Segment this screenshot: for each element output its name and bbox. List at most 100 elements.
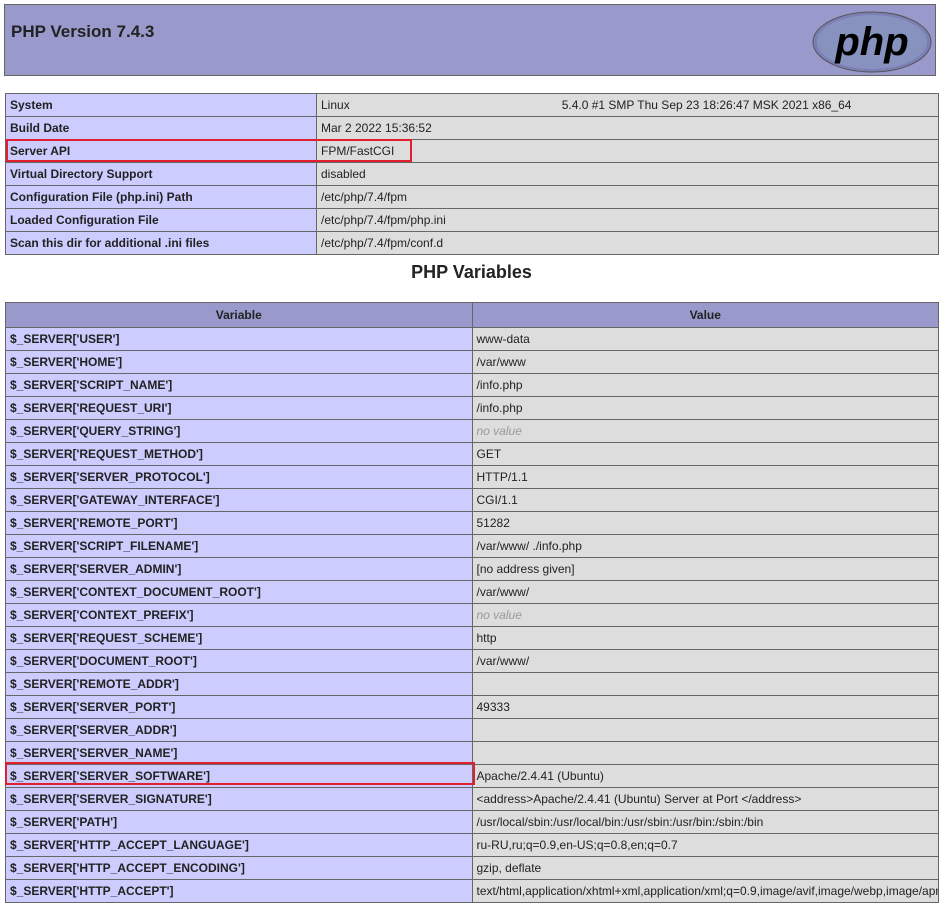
variable-value: /var/www xyxy=(471,350,939,374)
variables-table: Variable Value $_SERVER['USER'] www-data $… xyxy=(5,302,939,903)
table-row: $_SERVER['HOME']/var/www xyxy=(5,350,939,374)
table-row: $_SERVER['REMOTE_ADDR'] xyxy=(5,672,939,696)
variable-value: GET xyxy=(471,442,939,466)
variable-name: $_SERVER['CONTEXT_DOCUMENT_ROOT'] xyxy=(5,580,473,604)
variable-value: 51282 xyxy=(471,511,939,535)
variable-value: no value xyxy=(471,419,939,443)
table-row: $_SERVER['CONTEXT_PREFIX'] no value xyxy=(5,603,939,627)
variable-value: <address>Apache/2.4.41 (Ubuntu) Server a… xyxy=(471,787,939,811)
table-row: $_SERVER['GATEWAY_INTERFACE'] CGI/1.1 xyxy=(5,488,939,512)
variable-value: text/html,application/xhtml+xml,applicat… xyxy=(471,879,939,903)
table-row: $_SERVER['SCRIPT_FILENAME']/var/www/ ./i… xyxy=(5,534,939,558)
variable-name: $_SERVER['REQUEST_METHOD'] xyxy=(5,442,473,466)
variable-value: /info.php xyxy=(471,396,939,420)
table-row: $_SERVER['QUERY_STRING'] no value xyxy=(5,419,939,443)
variable-name: $_SERVER['SERVER_ADMIN'] xyxy=(5,557,473,581)
variable-name: $_SERVER['GATEWAY_INTERFACE'] xyxy=(5,488,473,512)
table-row: $_SERVER['HTTP_ACCEPT'] text/html,applica… xyxy=(5,879,939,903)
variable-value: http xyxy=(471,626,939,650)
section-title: PHP Variables xyxy=(411,262,532,282)
variable-name: $_SERVER['USER'] xyxy=(5,327,473,351)
variable-name: $_SERVER['PATH'] xyxy=(5,810,473,834)
info-row: Virtual Directory Support disabled xyxy=(5,162,939,186)
info-value-kernel: 5.4.0 #1 SMP Thu Sep 23 18:26:47 MSK 202… xyxy=(561,98,852,112)
info-value-os: Linux xyxy=(321,98,350,112)
column-header-value: Value xyxy=(471,302,939,328)
variable-name: $_SERVER['HTTP_ACCEPT_LANGUAGE'] xyxy=(5,833,473,857)
info-value: disabled xyxy=(316,162,939,186)
info-value: Linux 5.4.0 #1 SMP Thu Sep 23 18:26:47 MS… xyxy=(316,93,939,117)
variable-value: Apache/2.4.41 (Ubuntu) xyxy=(471,764,939,788)
svg-text:php: php xyxy=(834,20,908,64)
variable-value xyxy=(471,672,939,696)
table-row: $_SERVER['HTTP_ACCEPT_ENCODING'] gzip, de… xyxy=(5,856,939,880)
variable-value xyxy=(471,718,939,742)
table-row: $_SERVER['SERVER_SOFTWARE'] Apache/2.4.41… xyxy=(5,764,939,788)
info-row: Server API FPM/FastCGI xyxy=(5,139,939,163)
info-label: System xyxy=(5,93,317,117)
variable-name: $_SERVER['QUERY_STRING'] xyxy=(5,419,473,443)
table-header-row: Variable Value xyxy=(5,302,939,328)
variable-value: [no address given] xyxy=(471,557,939,581)
variable-value: HTTP/1.1 xyxy=(471,465,939,489)
info-label: Loaded Configuration File xyxy=(5,208,317,232)
info-label: Server API xyxy=(5,139,317,163)
variable-name: $_SERVER['SCRIPT_FILENAME'] xyxy=(5,534,473,558)
table-row: $_SERVER['REQUEST_URI']/info.php xyxy=(5,396,939,420)
variable-value: no value xyxy=(471,603,939,627)
table-row: $_SERVER['REQUEST_SCHEME'] http xyxy=(5,626,939,650)
info-row: Configuration File (php.ini) Path/etc/ph… xyxy=(5,185,939,209)
variable-name: $_SERVER['REMOTE_ADDR'] xyxy=(5,672,473,696)
table-row: $_SERVER['SERVER_ADDR'] xyxy=(5,718,939,742)
table-row: $_SERVER['SERVER_NAME'] xyxy=(5,741,939,765)
variable-name: $_SERVER['REMOTE_PORT'] xyxy=(5,511,473,535)
variable-value: /info.php xyxy=(471,373,939,397)
php-logo-icon: php xyxy=(812,11,932,73)
table-row: $_SERVER['CONTEXT_DOCUMENT_ROOT']/var/ww… xyxy=(5,580,939,604)
variable-value xyxy=(471,741,939,765)
variable-value: /var/www/ xyxy=(471,580,939,604)
info-value: Mar 2 2022 15:36:52 xyxy=(316,116,939,140)
info-row: Scan this dir for additional .ini files /… xyxy=(5,231,939,255)
variable-name: $_SERVER['HTTP_ACCEPT'] xyxy=(5,879,473,903)
info-row: System Linux 5.4.0 #1 SMP Thu Sep 23 18:26… xyxy=(5,93,939,117)
table-row: $_SERVER['USER'] www-data xyxy=(5,327,939,351)
variable-name: $_SERVER['SERVER_SOFTWARE'] xyxy=(5,764,473,788)
info-value: /etc/php/7.4/fpm/php.ini xyxy=(316,208,939,232)
variable-name: $_SERVER['SERVER_SIGNATURE'] xyxy=(5,787,473,811)
column-header-variable: Variable xyxy=(5,302,473,328)
table-row: $_SERVER['SERVER_PORT'] 49333 xyxy=(5,695,939,719)
variable-value: ru-RU,ru;q=0.9,en-US;q=0.8,en;q=0.7 xyxy=(471,833,939,857)
table-row: $_SERVER['SCRIPT_NAME']/info.php xyxy=(5,373,939,397)
page-title: PHP Version 7.4.3 xyxy=(11,22,155,41)
variable-value: gzip, deflate xyxy=(471,856,939,880)
variable-value: /var/www/ ./info.php xyxy=(471,534,939,558)
variable-name: $_SERVER['DOCUMENT_ROOT'] xyxy=(5,649,473,673)
variable-name: $_SERVER['SERVER_ADDR'] xyxy=(5,718,473,742)
table-row: $_SERVER['REQUEST_METHOD'] GET xyxy=(5,442,939,466)
variable-name: $_SERVER['HTTP_ACCEPT_ENCODING'] xyxy=(5,856,473,880)
info-label: Build Date xyxy=(5,116,317,140)
info-value: FPM/FastCGI xyxy=(316,139,939,163)
variable-value: 49333 xyxy=(471,695,939,719)
variable-value: www-data xyxy=(471,327,939,351)
info-table: System Linux 5.4.0 #1 SMP Thu Sep 23 18:26… xyxy=(5,93,939,255)
table-row: $_SERVER['REMOTE_PORT'] 51282 xyxy=(5,511,939,535)
info-label: Scan this dir for additional .ini files xyxy=(5,231,317,255)
table-row: $_SERVER['SERVER_PROTOCOL'] HTTP/1.1 xyxy=(5,465,939,489)
variable-name: $_SERVER['HOME'] xyxy=(5,350,473,374)
info-value: /etc/php/7.4/fpm xyxy=(316,185,939,209)
variable-name: $_SERVER['SERVER_PORT'] xyxy=(5,695,473,719)
table-row: $_SERVER['SERVER_SIGNATURE'] <address>Apa… xyxy=(5,787,939,811)
php-version-header: PHP Version 7.4.3 php xyxy=(4,4,936,76)
info-label: Virtual Directory Support xyxy=(5,162,317,186)
variable-value: /var/www/ xyxy=(471,649,939,673)
table-row: $_SERVER['SERVER_ADMIN'] [no address give… xyxy=(5,557,939,581)
variable-value: /usr/local/sbin:/usr/local/bin:/usr/sbin… xyxy=(471,810,939,834)
info-row: Loaded Configuration File/etc/php/7.4/fp… xyxy=(5,208,939,232)
table-row: $_SERVER['DOCUMENT_ROOT']/var/www/ xyxy=(5,649,939,673)
variable-name: $_SERVER['SCRIPT_NAME'] xyxy=(5,373,473,397)
variable-name: $_SERVER['SERVER_NAME'] xyxy=(5,741,473,765)
table-row: $_SERVER['PATH']/usr/local/sbin:/usr/loc… xyxy=(5,810,939,834)
variable-name: $_SERVER['CONTEXT_PREFIX'] xyxy=(5,603,473,627)
